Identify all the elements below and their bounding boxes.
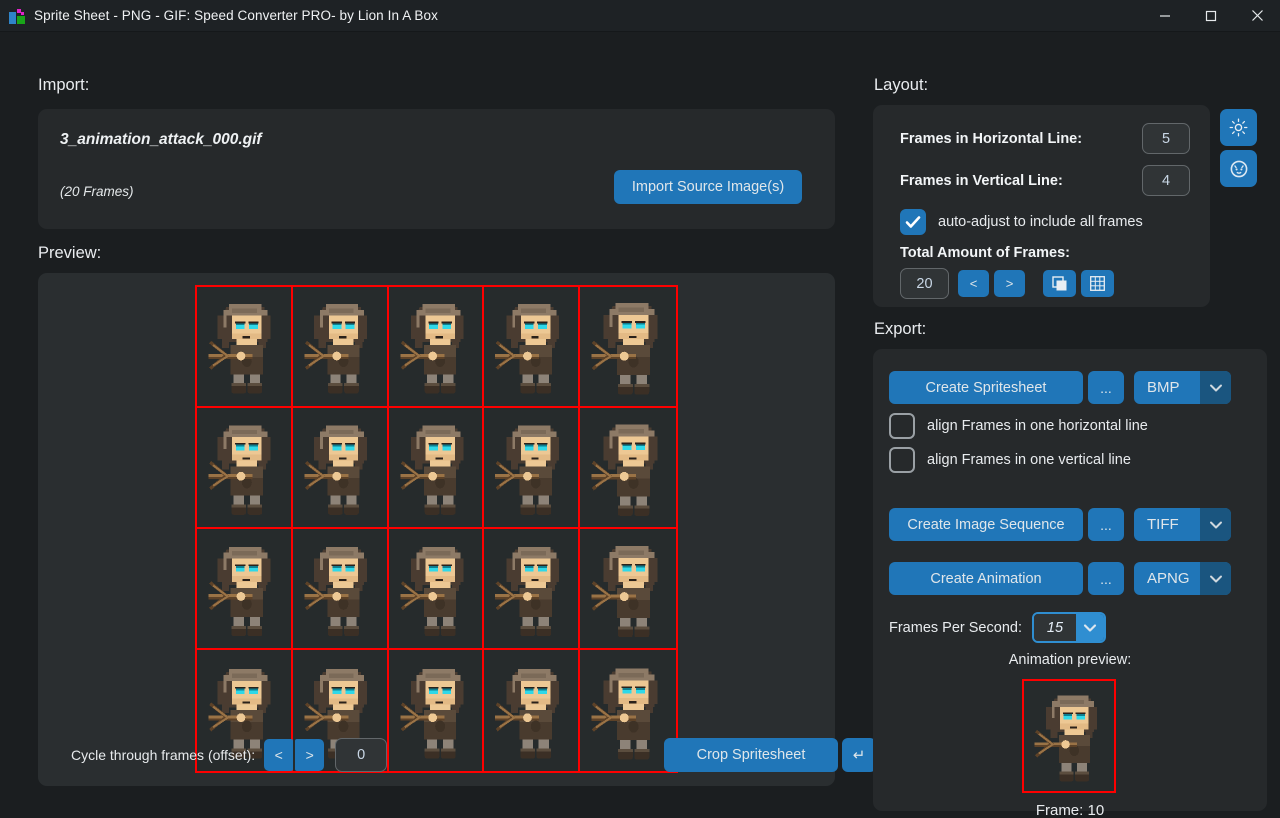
frames-horizontal-row: Frames in Horizontal Line: 5 [900,123,1190,154]
create-animation-path-button[interactable]: ... [1088,562,1124,595]
sprite-frame-cell[interactable] [580,287,676,408]
brightness-sun-icon[interactable] [1220,109,1257,146]
animation-format-value: APNG [1147,570,1190,587]
preview-section-label: Preview: [38,244,102,262]
sprite-frame-cell[interactable] [388,287,485,408]
cycle-through-frames-label: Cycle through frames (offset): [71,747,256,763]
chevron-down-icon[interactable] [1200,371,1231,404]
sprite-frame-cell[interactable] [292,287,389,408]
frames-horizontal-label: Frames in Horizontal Line: [900,130,1083,147]
align-vertical-label: align Frames in one vertical line [927,452,1131,468]
align-vertical-checkbox[interactable] [889,447,915,473]
window-title-bar: Sprite Sheet - PNG - GIF: Speed Converte… [0,0,1280,32]
animation-preview-label: Animation preview: [1008,652,1132,668]
create-animation-button[interactable]: Create Animation [889,562,1083,595]
sprite-frame-cell[interactable] [388,408,485,529]
left-column: Import: 3_animation_attack_000.gif (20 F… [0,32,876,818]
spritesheet-format-select[interactable]: BMP [1134,371,1231,404]
cycle-next-button[interactable]: > [295,739,325,771]
sprite-frame-cell[interactable] [197,529,293,650]
maximize-icon[interactable] [1188,0,1234,32]
auto-adjust-row[interactable]: auto-adjust to include all frames [900,209,1143,235]
frames-per-second-select[interactable]: 15 [1031,612,1106,643]
align-horizontal-label: align Frames in one horizontal line [927,418,1148,434]
crop-spritesheet-button[interactable]: Crop Spritesheet [664,738,838,772]
total-frames-label: Total Amount of Frames: [900,245,1070,261]
auto-adjust-checkbox[interactable] [900,209,926,235]
sprite-frame-cell[interactable] [484,287,581,408]
sprite-frame-cell[interactable] [580,408,676,529]
create-image-sequence-path-button[interactable]: ... [1088,508,1124,541]
import-panel: 3_animation_attack_000.gif (20 Frames) I… [38,109,835,229]
sprite-frame-cell[interactable] [388,529,485,650]
animation-format-select[interactable]: APNG [1134,562,1231,595]
sprite-frame-cell[interactable] [484,529,581,650]
create-image-sequence-row: Create Image Sequence ... TIFF [889,508,1231,541]
chevron-down-icon[interactable] [1200,562,1231,595]
frames-per-second-value[interactable]: 15 [1033,614,1076,641]
lion-logo-icon[interactable] [1220,150,1257,187]
layout-panel: Frames in Horizontal Line: 5 Frames in V… [873,105,1210,307]
align-vertical-row[interactable]: align Frames in one vertical line [889,447,1131,473]
spritesheet-app-icon [9,8,25,24]
right-column: Layout: Frames in Horizontal Line: 5 Fra… [862,32,1280,818]
grid-frames-icon[interactable] [1081,270,1114,297]
create-spritesheet-path-button[interactable]: ... [1088,371,1124,404]
sprite-frame-cell[interactable] [580,529,676,650]
imported-filename: 3_animation_attack_000.gif [60,131,262,148]
side-icon-column [1220,109,1257,191]
window-title: Sprite Sheet - PNG - GIF: Speed Converte… [34,8,438,23]
single-frame-icon[interactable] [1043,270,1076,297]
total-frames-next-button[interactable]: > [994,270,1025,297]
frames-vertical-input[interactable]: 4 [1142,165,1190,196]
current-frame-label: Frame: 10 [1035,802,1105,818]
sprite-frame-cell[interactable] [197,408,293,529]
chevron-down-icon[interactable] [1075,614,1104,641]
import-section-label: Import: [38,76,90,94]
create-image-sequence-button[interactable]: Create Image Sequence [889,508,1083,541]
create-spritesheet-button[interactable]: Create Spritesheet [889,371,1083,404]
preview-panel: Cycle through frames (offset): < > 0 Cro… [38,273,876,786]
animation-preview-box [1022,679,1116,793]
close-icon[interactable] [1234,0,1280,32]
checkmark-icon [905,216,921,228]
frames-vertical-row: Frames in Vertical Line: 4 [900,165,1190,196]
cycle-prev-button[interactable]: < [264,739,294,771]
spritesheet-format-value: BMP [1147,379,1180,396]
layout-section-label: Layout: [874,76,929,94]
imported-frame-count: (20 Frames) [60,184,134,199]
spritesheet-grid[interactable] [195,285,678,773]
image-sequence-format-select[interactable]: TIFF [1134,508,1231,541]
sprite-frame-cell[interactable] [197,287,293,408]
sprite-frame-cell[interactable] [292,529,389,650]
create-spritesheet-row: Create Spritesheet ... BMP [889,371,1231,404]
cycle-controls-row: Cycle through frames (offset): < > 0 Cro… [71,736,876,774]
export-section-label: Export: [874,320,927,338]
total-frames-row: 20 < > [900,268,1114,299]
total-frames-input[interactable]: 20 [900,268,949,299]
frames-per-second-row: Frames Per Second: 15 [889,612,1106,643]
frames-horizontal-input[interactable]: 5 [1142,123,1190,154]
chevron-down-icon[interactable] [1200,508,1231,541]
minimize-icon[interactable] [1142,0,1188,32]
frames-vertical-label: Frames in Vertical Line: [900,172,1063,189]
window-controls [1142,0,1280,32]
align-horizontal-checkbox[interactable] [889,413,915,439]
import-source-images-button[interactable]: Import Source Image(s) [614,170,802,204]
frames-per-second-label: Frames Per Second: [889,619,1022,636]
total-frames-prev-button[interactable]: < [958,270,989,297]
auto-adjust-label: auto-adjust to include all frames [938,214,1143,230]
align-horizontal-row[interactable]: align Frames in one horizontal line [889,413,1148,439]
frame-offset-input[interactable]: 0 [335,738,388,772]
sprite-frame-cell[interactable] [484,408,581,529]
export-panel: Create Spritesheet ... BMP align Frames … [873,349,1267,818]
create-animation-row: Create Animation ... APNG [889,562,1231,595]
sprite-frame-cell[interactable] [292,408,389,529]
image-sequence-format-value: TIFF [1147,516,1179,533]
